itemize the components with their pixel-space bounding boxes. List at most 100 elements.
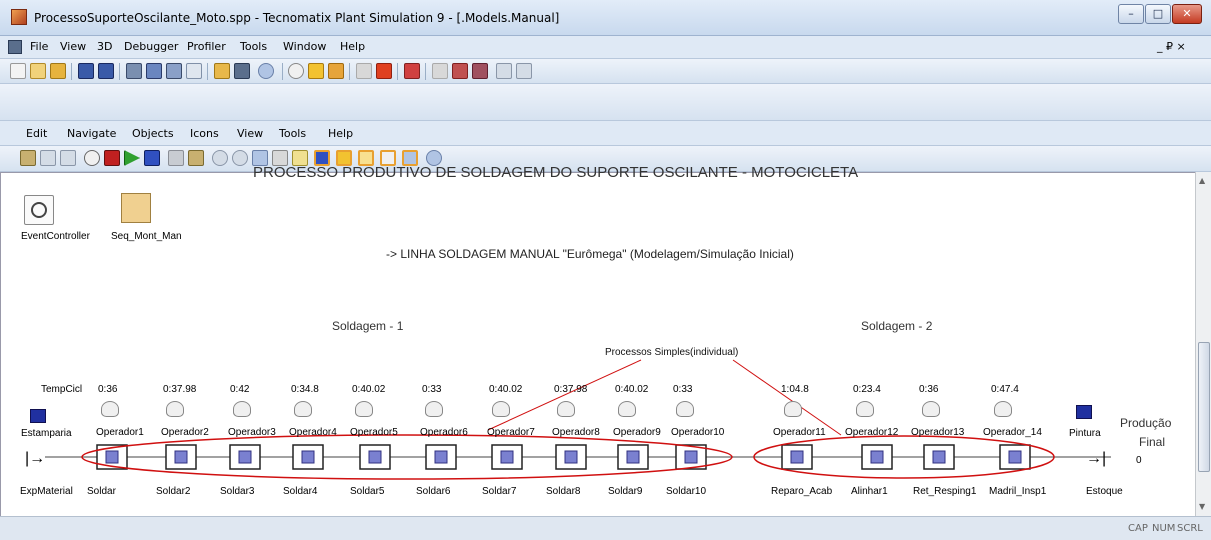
station-box[interactable] xyxy=(617,444,649,470)
station-box[interactable] xyxy=(425,444,457,470)
save-all-icon[interactable] xyxy=(98,63,114,79)
scroll-up-icon[interactable]: ▲ xyxy=(1199,176,1205,185)
reset-icon[interactable] xyxy=(104,150,120,166)
operator-icon[interactable] xyxy=(166,401,184,417)
open-folder-icon[interactable] xyxy=(50,63,66,79)
watch-icon[interactable] xyxy=(432,63,448,79)
debugger-icon[interactable] xyxy=(404,63,420,79)
tile-icon[interactable] xyxy=(516,63,532,79)
menu-file[interactable]: File xyxy=(30,40,48,53)
operator-icon[interactable] xyxy=(784,401,802,417)
operator-icon[interactable] xyxy=(856,401,874,417)
menu-tools[interactable]: Tools xyxy=(240,40,267,53)
menu-view[interactable]: View xyxy=(60,40,86,53)
maximize-button[interactable]: □ xyxy=(1145,4,1171,24)
model-canvas[interactable]: PROCESSO PRODUTIVO DE SOLDAGEM DO SUPORT… xyxy=(0,164,1195,516)
favorites-icon[interactable] xyxy=(186,63,202,79)
close-button[interactable]: ✕ xyxy=(1172,4,1202,24)
station-label: Madril_Insp1 xyxy=(989,486,1047,497)
status-scrl: SCRL xyxy=(1177,523,1203,534)
menu-3d[interactable]: 3D xyxy=(97,40,112,53)
operator-icon[interactable] xyxy=(233,401,251,417)
operator-label: Operador7 xyxy=(487,427,535,438)
station-box[interactable] xyxy=(292,444,324,470)
menu-navigate[interactable]: Navigate xyxy=(67,127,116,140)
menu-edit[interactable]: Edit xyxy=(26,127,47,140)
home-icon[interactable] xyxy=(60,150,76,166)
window-icon[interactable] xyxy=(496,63,512,79)
console-icon[interactable] xyxy=(166,63,182,79)
hand-icon[interactable] xyxy=(472,63,488,79)
vertical-scrollbar[interactable]: ▲ ▼ xyxy=(1195,172,1211,516)
zoom-in-icon[interactable] xyxy=(212,150,228,166)
operator-icon[interactable] xyxy=(922,401,940,417)
new-icon[interactable] xyxy=(10,63,26,79)
class-library-icon[interactable] xyxy=(126,63,142,79)
menu-icons[interactable]: Icons xyxy=(190,127,219,140)
cycle-time-1: 0:36 xyxy=(98,384,118,395)
menu-tools-2[interactable]: Tools xyxy=(279,127,306,140)
main-toolbar-2 xyxy=(0,84,1211,121)
operator-icon[interactable] xyxy=(425,401,443,417)
toolbox-icon[interactable] xyxy=(146,63,162,79)
trash-icon[interactable] xyxy=(168,150,184,166)
app-icon xyxy=(11,9,27,25)
operator-icon[interactable] xyxy=(557,401,575,417)
station-label: Soldar8 xyxy=(546,486,581,497)
operator-label: Operador1 xyxy=(96,427,144,438)
cycle-time-9: 0:40.02 xyxy=(615,384,649,395)
mdi-controls[interactable]: _ ₽ × xyxy=(1157,40,1186,53)
broom-icon[interactable] xyxy=(188,150,204,166)
operator-icon[interactable] xyxy=(618,401,636,417)
minimize-button[interactable]: – xyxy=(1118,4,1144,24)
station-box[interactable] xyxy=(999,444,1031,470)
open-location-icon[interactable] xyxy=(40,150,56,166)
help-icon[interactable] xyxy=(258,63,274,79)
clock-icon[interactable] xyxy=(288,63,304,79)
scroll-down-icon[interactable]: ▼ xyxy=(1199,502,1205,511)
menu-profiler[interactable]: Profiler xyxy=(187,40,226,53)
station-box[interactable] xyxy=(229,444,261,470)
library-icon[interactable] xyxy=(214,63,230,79)
binoculars-icon[interactable] xyxy=(20,150,36,166)
menu-view-2[interactable]: View xyxy=(237,127,263,140)
open-icon[interactable] xyxy=(30,63,46,79)
network-icon[interactable] xyxy=(234,63,250,79)
step-icon[interactable] xyxy=(308,63,324,79)
station-box[interactable] xyxy=(861,444,893,470)
menu-debugger[interactable]: Debugger xyxy=(124,40,178,53)
operator-icon[interactable] xyxy=(676,401,694,417)
profiler-icon[interactable] xyxy=(452,63,468,79)
breakpoint-icon[interactable] xyxy=(356,63,372,79)
station-box[interactable] xyxy=(359,444,391,470)
menu-objects[interactable]: Objects xyxy=(132,127,174,140)
status-bar: CAP NUM SCRL xyxy=(0,516,1211,540)
operator-icon[interactable] xyxy=(294,401,312,417)
station-label: Soldar7 xyxy=(482,486,517,497)
operator-icon[interactable] xyxy=(101,401,119,417)
mdi-window-icon[interactable] xyxy=(8,40,22,54)
menu-window[interactable]: Window xyxy=(283,40,326,53)
menu-help[interactable]: Help xyxy=(340,40,365,53)
operator-icon[interactable] xyxy=(492,401,510,417)
delete-breakpoint-icon[interactable] xyxy=(376,63,392,79)
menu-help-2[interactable]: Help xyxy=(328,127,353,140)
play-icon[interactable] xyxy=(124,150,140,166)
cycle-time-10: 0:33 xyxy=(673,384,693,395)
status-cap: CAP xyxy=(1128,523,1148,534)
station-box[interactable] xyxy=(165,444,197,470)
station-box[interactable] xyxy=(923,444,955,470)
event-controller-icon[interactable] xyxy=(84,150,100,166)
fast-forward-icon[interactable] xyxy=(144,150,160,166)
operator-icon[interactable] xyxy=(355,401,373,417)
operator-icon[interactable] xyxy=(994,401,1012,417)
station-box[interactable] xyxy=(675,444,707,470)
station-box[interactable] xyxy=(491,444,523,470)
save-icon[interactable] xyxy=(78,63,94,79)
station-box[interactable] xyxy=(96,444,128,470)
animation-icon[interactable] xyxy=(328,63,344,79)
station-box[interactable] xyxy=(555,444,587,470)
scrollbar-thumb[interactable] xyxy=(1198,342,1210,472)
station-box[interactable] xyxy=(781,444,813,470)
zoom-out-icon[interactable] xyxy=(232,150,248,166)
